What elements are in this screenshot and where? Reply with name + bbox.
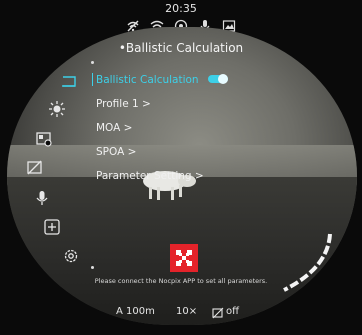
settings-icon[interactable]: [62, 247, 80, 265]
panel-title: •Ballistic Calculation: [118, 41, 244, 55]
range-mode: A 100m: [116, 306, 155, 317]
menu-item-spoa[interactable]: SPOA >: [96, 144, 228, 168]
scroll-dot-bottom: [91, 266, 94, 269]
menu-return-icon[interactable]: [60, 72, 78, 90]
display-off-icon: [212, 307, 224, 319]
selection-indicator: [92, 73, 93, 86]
menu-item-moa[interactable]: MOA >: [96, 120, 228, 144]
qr-code-icon[interactable]: [170, 244, 198, 272]
add-icon[interactable]: [43, 218, 61, 236]
zoom-level: 10×: [176, 306, 198, 317]
display-state: off: [226, 306, 240, 317]
microphone-icon[interactable]: [33, 189, 51, 207]
gallery-icon[interactable]: [35, 130, 53, 148]
menu-item-profile[interactable]: Profile 1 >: [96, 96, 228, 120]
clock: 20:35: [165, 2, 197, 15]
device-screen: 20:35 •Ballistic Calculation Ballistic C…: [0, 0, 362, 335]
menu-item-ballistic-calculation[interactable]: Ballistic Calculation: [92, 72, 228, 96]
menu-item-label: Ballistic Calculation: [96, 74, 199, 86]
bottom-status-bar: A 100m 10× off: [0, 304, 362, 324]
menu-item-parameter-setting[interactable]: Parameter Setting >: [96, 168, 228, 192]
screen-off-icon[interactable]: [26, 159, 44, 177]
ballistic-menu: Ballistic Calculation Profile 1 > MOA > …: [92, 72, 228, 192]
scroll-dot-top: [91, 61, 94, 64]
brightness-icon[interactable]: [48, 100, 66, 118]
ballistic-toggle[interactable]: [207, 74, 228, 84]
battery-arc-gauge: [283, 233, 332, 292]
